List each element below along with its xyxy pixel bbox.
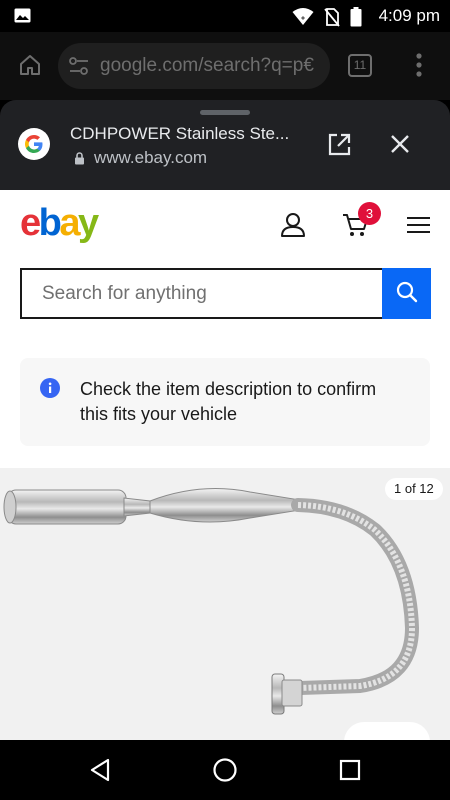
logo-letter-a: a [59, 202, 80, 244]
image-icon [14, 8, 31, 23]
logo-letter-y: y [78, 202, 99, 244]
tune-icon[interactable] [68, 57, 90, 75]
omnibox[interactable]: google.com/search?q=p€ [58, 43, 330, 89]
google-icon [18, 128, 50, 160]
home-icon[interactable] [18, 53, 42, 77]
system-nav-bar [0, 740, 450, 800]
site-header: ebay 3 [0, 190, 450, 260]
system-icons [292, 7, 362, 27]
cart-count-badge: 3 [358, 202, 381, 225]
logo-letter-b: b [38, 202, 62, 244]
info-icon [40, 378, 60, 398]
product-image[interactable] [0, 468, 450, 740]
web-page: ebay 3 Ch [0, 190, 450, 740]
status-bar: 4:09 pm [0, 0, 450, 32]
floating-action-button[interactable] [344, 722, 430, 740]
custom-tab-header: CDHPOWER Stainless Ste... www.ebay.com [0, 100, 450, 190]
close-icon[interactable] [388, 132, 412, 156]
image-counter: 1 of 12 [385, 478, 443, 500]
lock-icon [75, 152, 84, 165]
omnibox-url[interactable]: google.com/search?q=p€ [100, 55, 322, 77]
drag-handle[interactable] [200, 110, 250, 115]
product-image-gallery[interactable]: 1 of 12 [0, 468, 450, 740]
fitment-notice: Check the item description to confirm th… [20, 358, 430, 446]
more-vert-icon[interactable] [413, 52, 425, 78]
account-icon[interactable] [280, 212, 306, 238]
open-in-new-icon[interactable] [326, 132, 352, 158]
recents-square-icon[interactable] [339, 759, 361, 781]
wifi-icon [292, 8, 314, 25]
tab-switcher-button[interactable]: 11 [348, 54, 372, 77]
search-input[interactable] [20, 268, 383, 319]
fitment-notice-text: Check the item description to confirm th… [80, 379, 377, 424]
search-icon [396, 281, 417, 303]
page-title: CDHPOWER Stainless Ste... [70, 124, 290, 143]
ebay-logo[interactable]: ebay [20, 202, 99, 245]
no-sim-icon [324, 7, 340, 27]
search-button[interactable] [382, 268, 431, 319]
hamburger-menu-icon[interactable] [406, 216, 431, 234]
browser-toolbar: google.com/search?q=p€ 11 [0, 32, 450, 100]
clock: 4:09 pm [378, 6, 440, 25]
back-triangle-icon[interactable] [89, 758, 111, 782]
battery-icon [350, 7, 362, 27]
home-circle-icon[interactable] [212, 757, 238, 783]
search-bar [20, 268, 431, 319]
logo-letter-e: e [20, 202, 41, 244]
page-domain: www.ebay.com [94, 148, 208, 167]
